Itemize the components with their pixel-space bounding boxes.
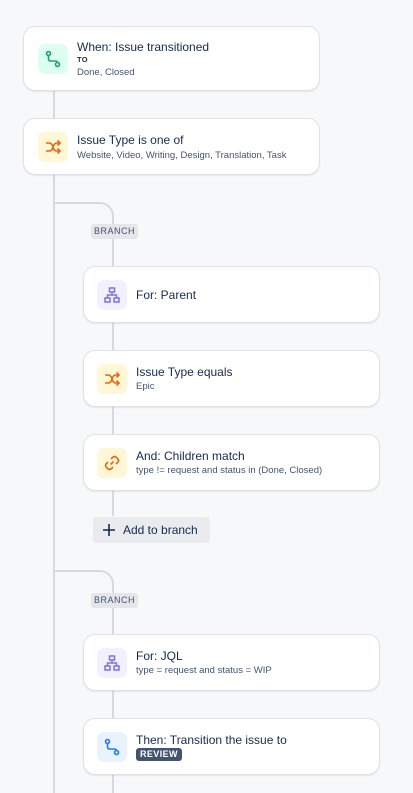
- children-match-title: And: Children match: [136, 449, 245, 463]
- transition-action-title: Then: Transition the issue to: [136, 733, 287, 747]
- children-match-card[interactable]: And: Children match type != request and …: [83, 434, 380, 491]
- issue-type-title: Issue Type equals: [136, 365, 233, 379]
- condition-values: Website, Video, Writing, Design, Transla…: [77, 150, 287, 161]
- condition-title: Issue Type is one of: [77, 133, 184, 147]
- for-parent-card[interactable]: For: Parent: [83, 266, 380, 323]
- for-jql-value: type = request and status = WIP: [136, 665, 272, 676]
- trigger-statuses: Done, Closed: [77, 67, 135, 78]
- branch-badge: BRANCH: [91, 224, 139, 239]
- issue-type-value: Epic: [136, 381, 155, 392]
- branch-connector-line: [112, 607, 114, 635]
- branch-connector-line: [112, 490, 114, 516]
- trigger-title: When: Issue transitioned: [77, 40, 210, 54]
- add-to-branch-button[interactable]: Add to branch: [93, 517, 210, 543]
- branch-connector-line: [112, 774, 114, 793]
- branch-connector-line: [112, 406, 114, 434]
- status-lozenge: REVIEW: [136, 748, 182, 761]
- transition-icon: [97, 732, 127, 762]
- for-parent-title: For: Parent: [136, 288, 197, 302]
- link-icon: [97, 448, 127, 478]
- branch-connector-line: [112, 238, 114, 267]
- transition-icon: [38, 44, 68, 74]
- branch-connector-line: [112, 690, 114, 719]
- main-connector-line: [53, 174, 55, 793]
- condition-card[interactable]: Issue Type is one of Website, Video, Wri…: [23, 118, 320, 175]
- transition-action-card[interactable]: Then: Transition the issue to REVIEW: [83, 718, 380, 775]
- plus-icon: [103, 524, 115, 536]
- branch-badge: BRANCH: [91, 593, 139, 608]
- add-to-branch-label: Add to branch: [123, 523, 198, 537]
- shuffle-icon: [97, 364, 127, 394]
- trigger-card[interactable]: When: Issue transitioned TO Done, Closed: [23, 26, 320, 91]
- issue-type-card[interactable]: Issue Type equals Epic: [83, 350, 380, 407]
- hierarchy-icon: [97, 280, 127, 310]
- shuffle-icon: [38, 132, 68, 162]
- for-jql-title: For: JQL: [136, 649, 183, 663]
- to-label: TO: [77, 55, 88, 64]
- hierarchy-icon: [97, 648, 127, 678]
- for-jql-card[interactable]: For: JQL type = request and status = WIP: [83, 634, 380, 691]
- branch-connector-line: [112, 322, 114, 350]
- connector-line: [53, 90, 55, 119]
- children-match-value: type != request and status in (Done, Clo…: [136, 465, 323, 476]
